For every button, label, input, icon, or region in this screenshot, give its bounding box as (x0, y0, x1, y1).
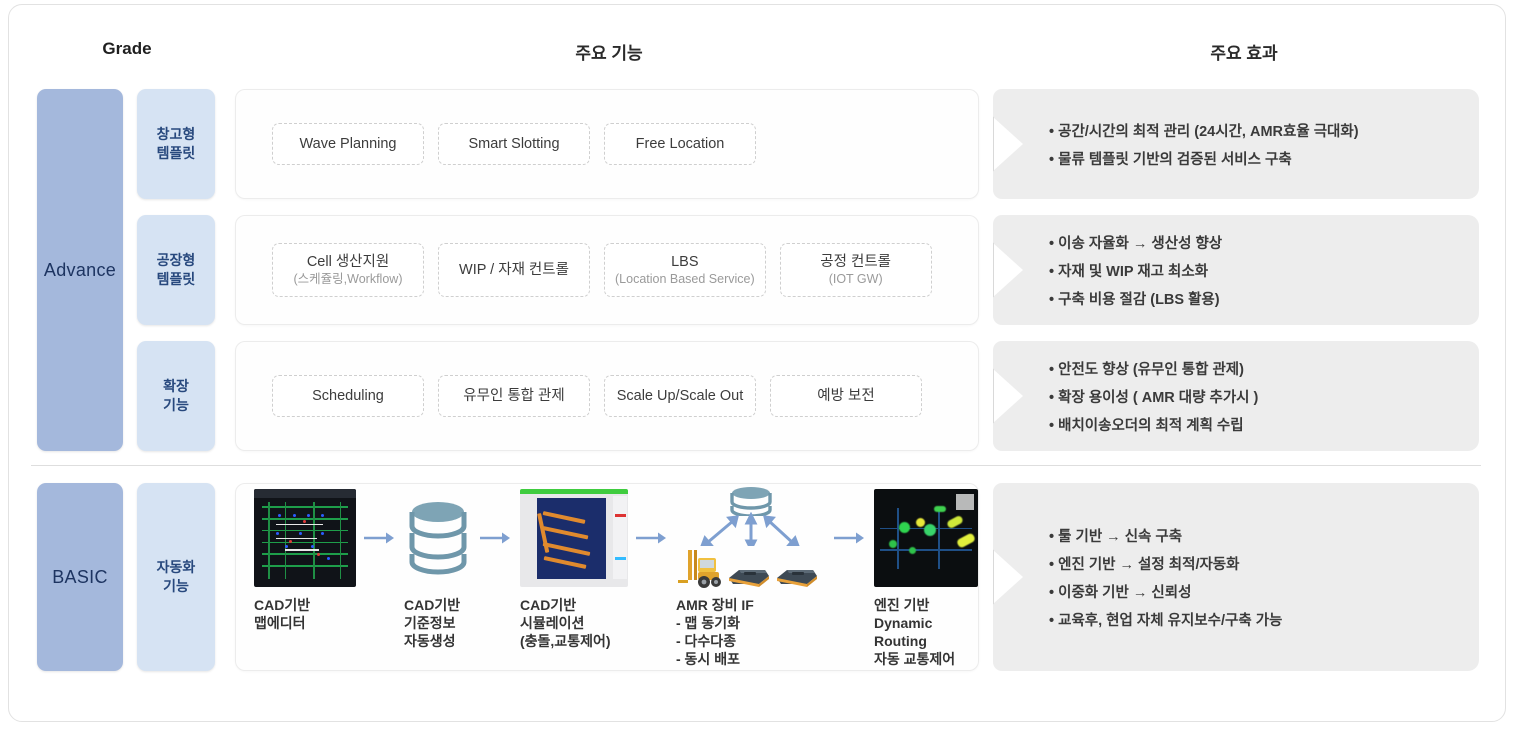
chip-title: 예방 보전 (817, 387, 875, 404)
effect-item: 물류 템플릿 기반의 검증된 서비스 구축 (1049, 148, 1465, 169)
cad-simulation-thumbnail (520, 486, 628, 590)
effect-list-factory: 이송 자율화 → 생산성 향상 자재 및 WIP 재고 최소화 구축 비용 절감… (1049, 215, 1465, 325)
effect-panel-extension: 안전도 향상 (유무인 통합 관제) 확장 용이성 ( AMR 대량 추가시 )… (993, 341, 1479, 451)
grade-label-basic: BASIC (52, 566, 108, 587)
chip-subtitle: (IOT GW) (828, 271, 883, 286)
arrow-right-icon (476, 486, 516, 590)
agv-robot-icon (777, 569, 817, 587)
chip-title: WIP / 자재 컨트롤 (459, 261, 569, 278)
chip-title: Cell 생산지원 (306, 253, 390, 270)
tier-block-warehouse-template[interactable]: 창고형 템플릿 (137, 89, 215, 199)
function-panel-automation: CAD기반 맵에디터 CAD기반 기준정보 자동생성 CAD기반 시뮬레이션 (… (235, 483, 979, 671)
amr-equipment-group (675, 486, 827, 590)
forklift-icon (678, 549, 721, 588)
effect-item: 구축 비용 절감 (LBS 활용) (1049, 288, 1465, 309)
chip-title: Wave Planning (299, 135, 397, 152)
chip-title: Scheduling (312, 387, 384, 404)
effect-item: 공간/시간의 최적 관리 (24시간, AMR효율 극대화) (1049, 120, 1465, 141)
function-chip[interactable]: Wave Planning (272, 123, 424, 165)
effect-item: 툴 기반 → 신속 구축 (1049, 525, 1465, 546)
function-chip[interactable]: 예방 보전 (770, 375, 922, 417)
agv-robot-icon (729, 569, 769, 587)
tier-label-1: 창고형 템플릿 (156, 126, 196, 161)
tier-block-extension-function[interactable]: 확장 기능 (137, 341, 215, 451)
pipeline-node[interactable]: CAD기반 기준정보 자동생성 (404, 486, 472, 651)
pipeline-node[interactable]: AMR 장비 IF - 맵 동기화 - 다수다종 - 동시 배포 (676, 486, 826, 669)
header-effects: 주요 효과 (1210, 44, 1278, 63)
chip-subtitle: (Location Based Service) (615, 271, 755, 286)
grade-block-basic[interactable]: BASIC (37, 483, 123, 671)
function-chip[interactable]: Cell 생산지원 (스케쥴링,Workflow) (272, 243, 424, 297)
tier-label-3: 확장 기능 (163, 378, 189, 413)
function-panel-warehouse: Wave Planning Smart Slotting Free Locati… (235, 89, 979, 199)
function-panel-extension: Scheduling 유무인 통합 관제 Scale Up/Scale Out … (235, 341, 979, 451)
effect-item: 확장 용이성 ( AMR 대량 추가시 ) (1049, 386, 1465, 407)
effect-item: 자재 및 WIP 재고 최소화 (1049, 260, 1465, 281)
chip-title: 공정 컨트롤 (820, 253, 892, 270)
pipeline-node[interactable]: 엔진 기반 Dynamic Routing 자동 교통제어 (874, 486, 978, 669)
function-chip[interactable]: Scheduling (272, 375, 424, 417)
function-panel-factory: Cell 생산지원 (스케쥴링,Workflow) WIP / 자재 컨트롤 L… (235, 215, 979, 325)
arrow-right-icon (360, 486, 400, 590)
effect-list-automation: 툴 기반 → 신속 구축 엔진 기반 → 설정 최적/자동화 이중화 기반 → … (1049, 483, 1465, 671)
arrow-right-icon (830, 486, 870, 590)
chip-row-factory: Cell 생산지원 (스케쥴링,Workflow) WIP / 자재 컨트롤 L… (236, 243, 932, 297)
header-functions: 주요 기능 (575, 44, 643, 63)
tier-label-2: 공장형 템플릿 (156, 252, 196, 287)
chip-row-warehouse: Wave Planning Smart Slotting Free Locati… (236, 123, 756, 165)
chip-title: Free Location (635, 135, 725, 152)
pipeline-node-caption: CAD기반 시뮬레이션 (충돌,교통제어) (520, 596, 611, 649)
database-cylinder-icon (407, 486, 469, 590)
arrow-right-icon (632, 486, 672, 590)
pipeline-node-caption: 엔진 기반 Dynamic Routing 자동 교통제어 (874, 596, 956, 668)
effect-item: 이송 자율화 → 생산성 향상 (1049, 232, 1465, 253)
diagram-frame: Grade 주요 기능 주요 효과 Advance BASIC 창고형 템플릿 … (8, 4, 1506, 722)
effect-item: 교육후, 현업 자체 유지보수/구축 가능 (1049, 609, 1465, 630)
tier-block-factory-template[interactable]: 공장형 템플릿 (137, 215, 215, 325)
effect-list-extension: 안전도 향상 (유무인 통합 관제) 확장 용이성 ( AMR 대량 추가시 )… (1049, 341, 1465, 451)
function-chip[interactable]: WIP / 자재 컨트롤 (438, 243, 590, 297)
effect-item: 안전도 향상 (유무인 통합 관제) (1049, 358, 1465, 379)
chip-title: Smart Slotting (468, 135, 560, 152)
pipeline-node-caption: AMR 장비 IF - 맵 동기화 - 다수다종 - 동시 배포 (676, 596, 754, 668)
function-chip[interactable]: Smart Slotting (438, 123, 590, 165)
grade-label-advance: Advance (43, 259, 117, 280)
automation-pipeline: CAD기반 맵에디터 CAD기반 기준정보 자동생성 CAD기반 시뮬레이션 (… (236, 486, 978, 669)
effect-panel-factory: 이송 자율화 → 생산성 향상 자재 및 WIP 재고 최소화 구축 비용 절감… (993, 215, 1479, 325)
chip-title: Scale Up/Scale Out (616, 387, 744, 404)
effect-item: 이중화 기반 → 신뢰성 (1049, 581, 1465, 602)
header-grade: Grade (102, 39, 152, 58)
column-headers: Grade 주요 기능 주요 효과 (9, 39, 1505, 69)
function-chip[interactable]: 유무인 통합 관제 (438, 375, 590, 417)
effect-item: 엔진 기반 → 설정 최적/자동화 (1049, 553, 1465, 574)
function-chip[interactable]: 공정 컨트롤 (IOT GW) (779, 243, 932, 297)
chip-subtitle: (스케쥴링,Workflow) (293, 271, 403, 286)
effect-list-warehouse: 공간/시간의 최적 관리 (24시간, AMR효율 극대화) 물류 템플릿 기반… (1049, 89, 1465, 199)
chip-title: LBS (671, 253, 699, 270)
cad-map-editor-thumbnail (254, 486, 356, 590)
pipeline-node[interactable]: CAD기반 맵에디터 (254, 486, 356, 632)
tier-label-4: 자동화 기능 (156, 559, 196, 594)
engine-routing-thumbnail (874, 486, 978, 590)
bidirectional-arrows-icon (700, 511, 800, 546)
function-chip[interactable]: LBS (Location Based Service) (604, 243, 766, 297)
chip-title: 유무인 통합 관제 (463, 387, 565, 404)
pipeline-node-caption: CAD기반 맵에디터 (254, 596, 311, 631)
tier-block-automation-function[interactable]: 자동화 기능 (137, 483, 215, 671)
grade-block-advance[interactable]: Advance (37, 89, 123, 451)
chip-row-extension: Scheduling 유무인 통합 관제 Scale Up/Scale Out … (236, 375, 922, 417)
function-chip[interactable]: Scale Up/Scale Out (604, 375, 756, 417)
effect-item: 배치이송오더의 최적 계획 수립 (1049, 414, 1465, 435)
effect-panel-automation: 툴 기반 → 신속 구축 엔진 기반 → 설정 최적/자동화 이중화 기반 → … (993, 483, 1479, 671)
pipeline-node-caption: CAD기반 기준정보 자동생성 (404, 596, 461, 649)
pipeline-node[interactable]: CAD기반 시뮬레이션 (충돌,교통제어) (520, 486, 628, 651)
effect-panel-warehouse: 공간/시간의 최적 관리 (24시간, AMR효율 극대화) 물류 템플릿 기반… (993, 89, 1479, 199)
section-divider (31, 465, 1481, 466)
function-chip[interactable]: Free Location (604, 123, 756, 165)
